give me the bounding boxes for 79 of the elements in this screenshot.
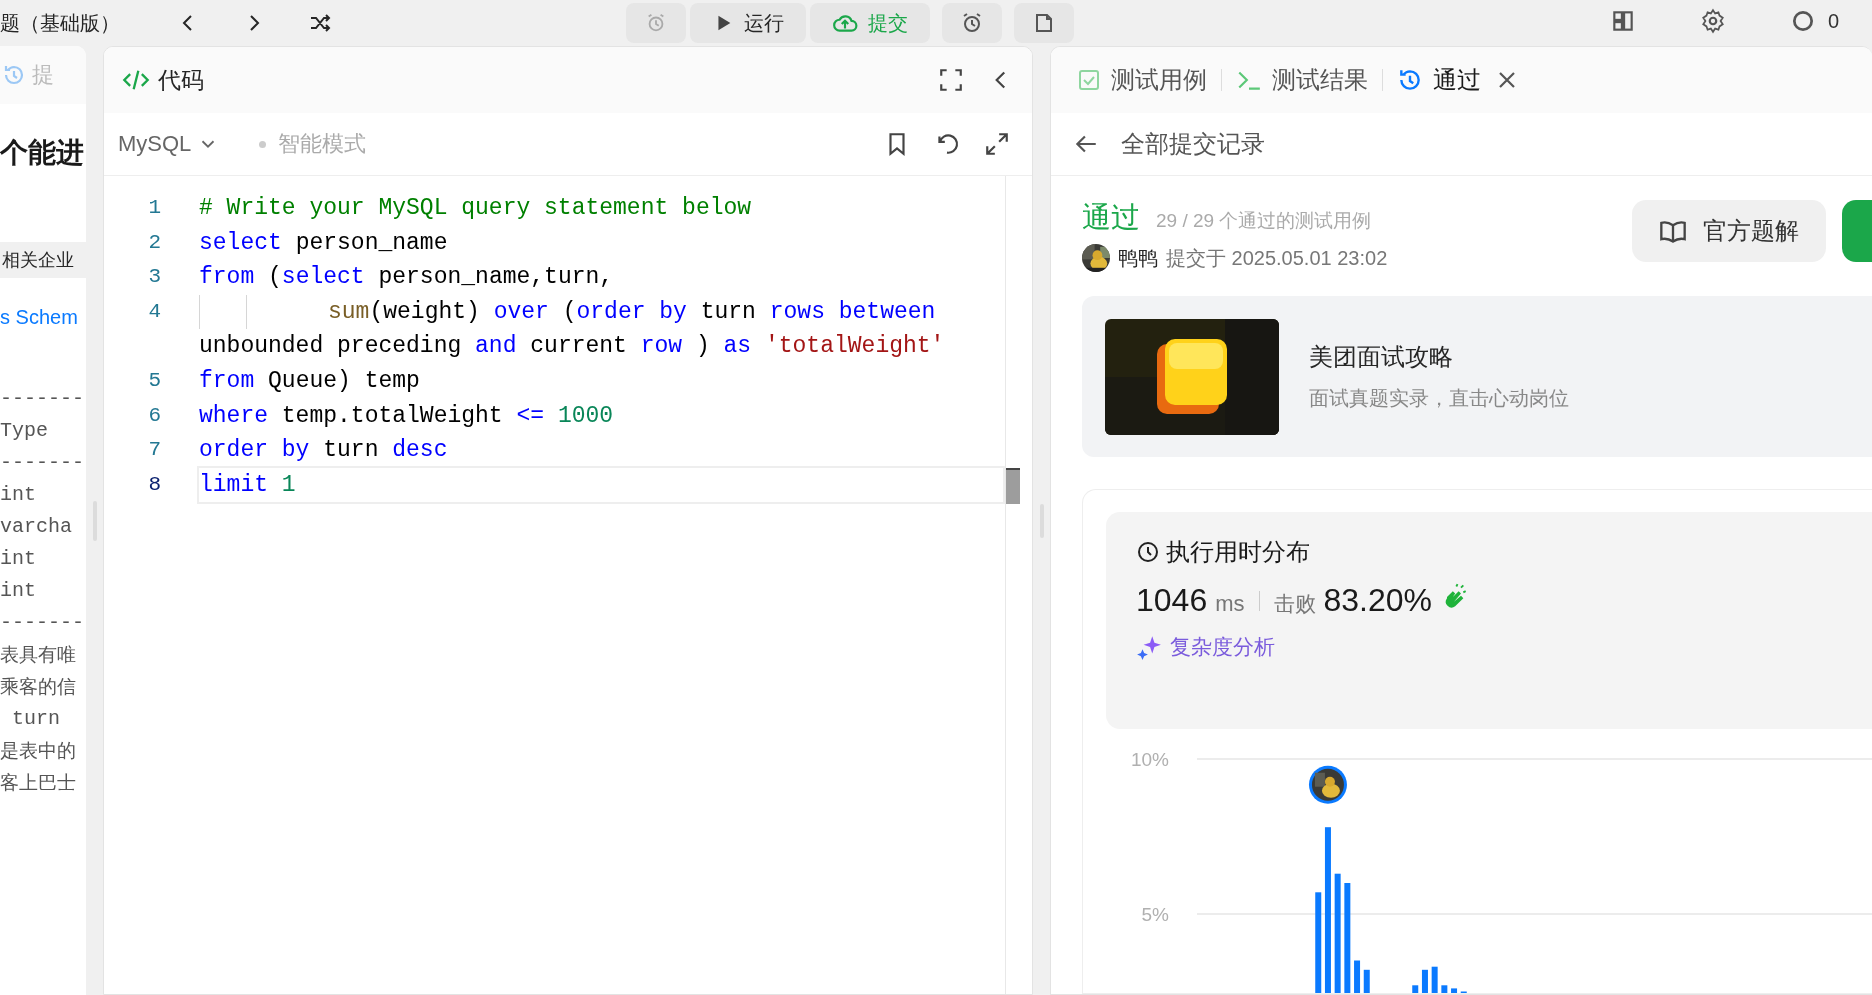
line-number: 3: [147, 264, 162, 291]
code-line: where temp.totalWeight <= 1000: [198, 401, 615, 431]
solution-button[interactable]: 官方题解: [1632, 200, 1826, 262]
scroll-marker: [1006, 467, 1020, 504]
clock-icon: [1136, 540, 1160, 564]
beats-value: 83.20%: [1323, 582, 1433, 619]
chart-bar: [1354, 960, 1361, 993]
line-number: 1: [147, 195, 162, 221]
history-icon: [1397, 67, 1423, 93]
status-dot: [259, 140, 267, 148]
promo-card[interactable]: 美团面试攻略 面试真题实录，直击心动岗位: [1082, 296, 1872, 457]
run-button[interactable]: 运行: [690, 3, 806, 43]
schema-text: int: [0, 546, 37, 572]
notes-button[interactable]: [1014, 3, 1074, 43]
line-number: 2: [147, 229, 162, 256]
company-tag[interactable]: 相关企业: [0, 242, 86, 278]
code-line: from Queue) temp: [198, 366, 421, 396]
promo-title: 美团面试攻略: [1309, 342, 1454, 372]
chart-bar: [1441, 985, 1448, 993]
chart-bar: [1421, 969, 1428, 993]
chart-bar: [1363, 969, 1370, 993]
schema-link[interactable]: s Schem: [0, 306, 86, 329]
schema-text: turn: [11, 706, 61, 732]
layout-icon: [1610, 8, 1636, 34]
schema-text: int: [0, 578, 37, 604]
submit-time: 提交于 2025.05.01 23:02: [1166, 245, 1388, 271]
sparkle-icon: [1136, 634, 1162, 660]
schema-text: Type: [0, 418, 49, 444]
description-text: 是表中的: [0, 739, 77, 763]
tab[interactable]: 通过: [1397, 64, 1495, 96]
axis-label: 5%: [1141, 904, 1169, 925]
chart-bar: [1412, 985, 1419, 993]
schema-text: int: [0, 482, 37, 508]
streak-count: 0: [1828, 9, 1840, 33]
runtime-value: 1046: [1136, 582, 1208, 619]
tab[interactable]: 测试用例: [1077, 64, 1221, 96]
action-button[interactable]: [1842, 200, 1872, 262]
streak-icon: [1790, 8, 1816, 34]
table-rule-text: -------: [0, 450, 85, 476]
chart-bar: [1431, 966, 1438, 993]
timer-button[interactable]: [942, 3, 1002, 43]
table-rule-text: -------: [0, 610, 85, 636]
runtime-unit: ms: [1215, 591, 1245, 617]
line-number: 4: [147, 298, 162, 325]
expand-icon: [984, 131, 1010, 157]
code-line: select person_name: [198, 228, 449, 258]
tab[interactable]: 测试结果: [1236, 64, 1382, 96]
axis-label: 10%: [1130, 749, 1169, 770]
promo-subtitle: 面试真题实录，直击心动岗位: [1309, 386, 1569, 411]
line-number: 8: [147, 471, 162, 498]
status-label: 通过: [1082, 200, 1140, 235]
complexity-link[interactable]: 复杂度分析: [1136, 633, 1872, 661]
runtime-heading: 执行用时分布: [1166, 537, 1310, 567]
description-text: 表具有唯: [0, 643, 77, 667]
description-text: 客上巴士: [0, 771, 77, 795]
problem-heading: 个能进: [0, 136, 85, 170]
chart-bar: [1451, 988, 1458, 993]
submissions-title: 全部提交记录: [1121, 129, 1265, 159]
line-number: 7: [147, 437, 162, 464]
schema-text: varcha: [0, 514, 73, 540]
checkbox-icon: [1077, 68, 1101, 92]
panel-title: 代码: [158, 65, 204, 95]
code-line: sum(weight) over (order by turn rows between: [197, 292, 1005, 332]
line-number: 6: [147, 402, 162, 429]
description-text: 乘客的信: [0, 675, 77, 699]
code-line: from (select person_name,turn,: [198, 263, 615, 293]
cases-summary: 29 / 29 个通过的测试用例: [1156, 209, 1372, 233]
problem-title: 题（基础版）: [0, 10, 120, 36]
settings-icon: [1700, 8, 1726, 34]
code-line: # Write your MySQL query statement below: [198, 194, 753, 223]
language-dropdown[interactable]: MySQL: [118, 131, 220, 157]
table-rule-text: -------: [0, 386, 85, 412]
code-line: unbounded preceding and current row ) as 'totalWeight': [198, 332, 946, 362]
line-number: 5: [147, 367, 162, 394]
fullscreen-icon: [938, 67, 964, 93]
history-icon: [2, 63, 26, 87]
user-name[interactable]: 鸭鸭: [1118, 244, 1158, 272]
code-line: order by turn desc: [198, 436, 449, 466]
beats-label: 击败: [1273, 591, 1316, 617]
